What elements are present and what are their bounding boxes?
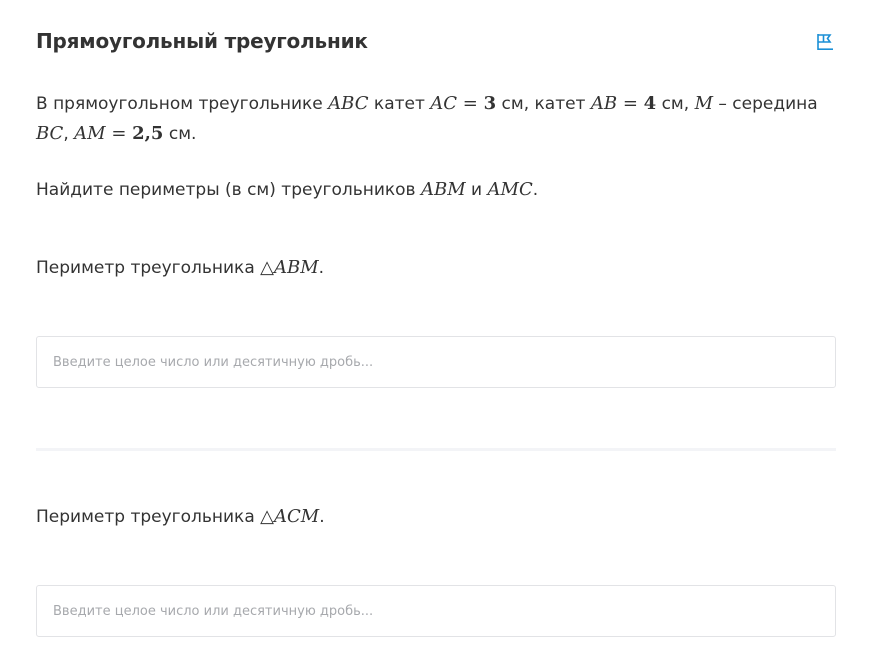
page-title: Прямоугольный треугольник [36, 29, 368, 53]
math-abm: ABM [274, 257, 319, 278]
answer-field-acm-container [36, 585, 836, 637]
problem-statement: В прямоугольном треугольнике ABC катет A… [36, 89, 836, 149]
math-acm: ACM [274, 506, 320, 527]
math-eq: = [105, 123, 133, 144]
text: Периметр треугольника [36, 507, 261, 527]
text: , [63, 124, 75, 144]
flag-icon[interactable] [815, 32, 835, 52]
math-ac: AC [430, 93, 458, 114]
text: см, [656, 94, 695, 114]
math-am: AM [74, 123, 106, 144]
triangle-icon: △ [260, 257, 274, 278]
math-am-value: 2,5 [132, 123, 164, 144]
math-abc: ABC [328, 93, 369, 114]
text: и [465, 180, 488, 200]
text: Найдите периметры (в см) треугольников [36, 180, 421, 200]
math-amc: AMC [487, 179, 533, 200]
question-label-acm: Периметр треугольника △ACM. [36, 502, 836, 532]
text: см. [163, 124, 197, 144]
answer-input-abm[interactable] [37, 337, 835, 387]
question-label-abm: Периметр треугольника △ABM. [36, 253, 836, 283]
math-ab: AB [590, 93, 618, 114]
math-m: M [694, 93, 713, 114]
flag-icon-svg [817, 34, 833, 51]
text: . [532, 180, 539, 200]
text: . [318, 258, 325, 278]
math-ab-value: 4 [643, 93, 657, 114]
text: В прямоугольном треугольнике [36, 94, 329, 114]
math-abm: ABM [420, 179, 466, 200]
text: Периметр треугольника [36, 258, 261, 278]
text: катет [368, 94, 431, 114]
section-divider [36, 448, 836, 451]
math-bc: BC [36, 123, 64, 144]
answer-field-abm-container [36, 336, 836, 388]
text: см, катет [496, 94, 591, 114]
math-eq: = [617, 93, 644, 114]
task-statement: Найдите периметры (в см) треугольников A… [36, 175, 836, 205]
text: . [319, 507, 325, 527]
triangle-icon: △ [260, 506, 274, 527]
text: – середина [713, 94, 818, 114]
answer-input-acm[interactable] [37, 586, 835, 636]
math-ac-value: 3 [483, 93, 497, 114]
math-eq: = [457, 93, 484, 114]
